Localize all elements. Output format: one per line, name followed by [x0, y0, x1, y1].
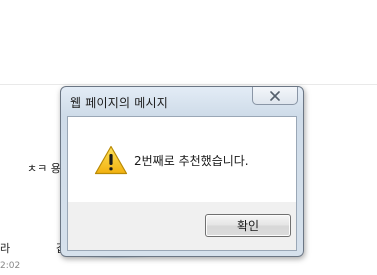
page-divider [0, 84, 377, 85]
comment-author: 라 [0, 242, 11, 255]
warning-icon [94, 145, 128, 175]
dialog-message: 2번째로 추천했습니다. [134, 154, 249, 168]
alert-dialog: 웹 페이지의 메시지 2번째로 추천했습니다. 확인 [60, 86, 304, 257]
comment-timestamp: 2:02 [0, 261, 21, 271]
close-button[interactable] [252, 87, 298, 105]
comment-text: ㅊㅋ 용 [27, 162, 61, 175]
close-icon [270, 90, 280, 101]
dialog-title: 웹 페이지의 메시지 [70, 96, 168, 110]
dialog-body: 2번째로 추천했습니다. 확인 [67, 116, 297, 251]
ok-button[interactable]: 확인 [205, 214, 291, 237]
